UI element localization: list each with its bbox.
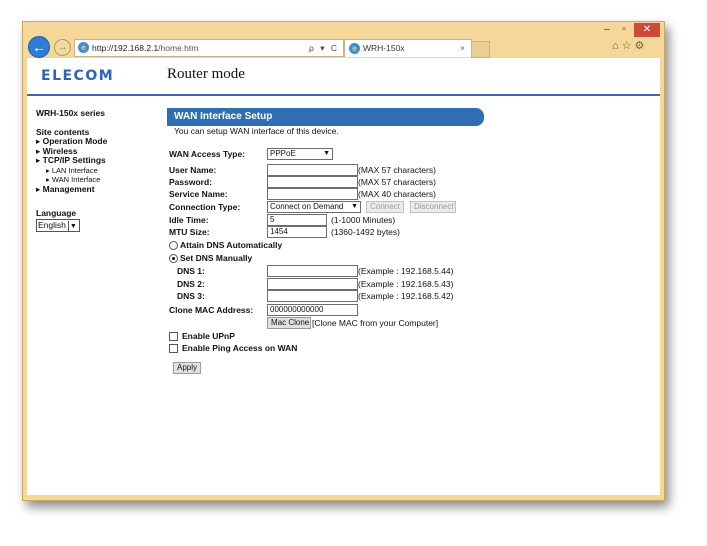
- address-host: http://192.168.2.1: [92, 43, 159, 53]
- mtu-size-label: MTU Size:: [169, 227, 210, 237]
- elecom-logo: ELECOM: [41, 68, 115, 84]
- section-title: WAN Interface Setup: [167, 108, 484, 126]
- home-icon[interactable]: ⌂: [612, 40, 622, 52]
- mac-clone-hint: [Clone MAC from your Computer]: [312, 318, 439, 328]
- sidebar-series: WRH-150x series: [36, 108, 105, 118]
- browser-titlebar: ← → e http://192.168.2.1/home.htm ρ ▾ C …: [23, 22, 664, 58]
- service-name-hint: (MAX 40 characters): [358, 189, 436, 199]
- forward-arrow-icon[interactable]: →: [54, 39, 71, 56]
- ping-wan-checkbox[interactable]: [169, 344, 178, 353]
- mac-clone-button[interactable]: Mac Clone: [267, 317, 311, 329]
- dns2-label: DNS 2:: [177, 279, 205, 289]
- dns3-hint: (Example : 192.168.5.42): [358, 291, 454, 301]
- language-select[interactable]: English ▼: [36, 219, 80, 232]
- page-title: Router mode: [167, 66, 245, 82]
- service-name-label: Service Name:: [169, 189, 228, 199]
- dns-manual-label: Set DNS Manually: [180, 253, 253, 263]
- back-arrow-icon[interactable]: ←: [28, 36, 50, 58]
- user-name-hint: (MAX 57 characters): [358, 165, 436, 175]
- dns-auto-label: Attain DNS Automatically: [180, 240, 283, 250]
- user-name-label: User Name:: [169, 165, 217, 175]
- gear-icon[interactable]: ⚙: [635, 40, 648, 52]
- wan-access-type-select[interactable]: PPPoE ▼: [267, 148, 333, 160]
- dns2-hint: (Example : 192.168.5.43): [358, 279, 454, 289]
- page-header: ELECOM Router mode: [27, 58, 660, 96]
- dns2-input[interactable]: [267, 278, 358, 290]
- new-tab-button[interactable]: [471, 41, 490, 58]
- sidebar-item-lan-interface[interactable]: ▸ LAN Interface: [36, 166, 156, 176]
- ie-tab-icon: e: [349, 43, 360, 54]
- address-bar[interactable]: e http://192.168.2.1/home.htm ρ ▾ C: [74, 39, 344, 57]
- language-label: Language: [36, 208, 77, 218]
- address-path: /home.htm: [158, 43, 199, 53]
- disconnect-button[interactable]: Disconnect: [410, 201, 456, 213]
- dns-auto-radio[interactable]: [169, 241, 178, 250]
- tab-close-icon[interactable]: ×: [460, 40, 465, 57]
- tab-title: WRH-150x: [363, 43, 405, 53]
- dns3-input[interactable]: [267, 290, 358, 302]
- address-controls[interactable]: ρ ▾ C: [309, 40, 339, 56]
- connection-type-select[interactable]: Connect on Demand ▼: [267, 201, 361, 213]
- minimize-icon[interactable]: ‒: [600, 23, 614, 37]
- dns1-label: DNS 1:: [177, 266, 205, 276]
- sidebar-item-tcpip-settings[interactable]: ▸ TCP/IP Settings: [36, 155, 156, 166]
- dns1-hint: (Example : 192.168.5.44): [358, 266, 454, 276]
- idle-time-label: Idle Time:: [169, 215, 209, 225]
- chevron-down-icon: ▼: [67, 221, 77, 232]
- favorites-star-icon[interactable]: ☆: [622, 40, 635, 52]
- ping-wan-label: Enable Ping Access on WAN: [182, 343, 298, 353]
- clone-mac-label: Clone MAC Address:: [169, 305, 254, 315]
- wan-access-type-value: PPPoE: [270, 149, 296, 158]
- close-window-icon[interactable]: ✕: [634, 23, 660, 37]
- dns-manual-radio[interactable]: [169, 254, 178, 263]
- ie-page-icon: e: [78, 42, 89, 53]
- browser-tab[interactable]: e WRH-150x ×: [344, 39, 472, 57]
- language-value: English: [38, 220, 66, 230]
- wan-access-type-label: WAN Access Type:: [169, 149, 246, 159]
- toolbar-icons: ⌂☆⚙: [612, 39, 647, 52]
- chevron-down-icon: ▼: [351, 203, 358, 210]
- user-name-input[interactable]: [267, 164, 358, 176]
- page-content: ELECOM Router mode WRH-150x series Site …: [27, 58, 660, 495]
- connection-type-value: Connect on Demand: [270, 202, 344, 211]
- idle-time-hint: (1-1000 Minutes): [331, 215, 396, 225]
- address-url: http://192.168.2.1/home.htm: [92, 40, 198, 56]
- browser-window: ← → e http://192.168.2.1/home.htm ρ ▾ C …: [22, 21, 665, 501]
- service-name-input[interactable]: [267, 188, 358, 200]
- connection-type-label: Connection Type:: [169, 202, 241, 212]
- sidebar: WRH-150x series Site contents ▸ Operatio…: [36, 108, 156, 232]
- sidebar-item-management[interactable]: ▸ Management: [36, 184, 156, 195]
- chevron-down-icon: ▼: [323, 150, 330, 157]
- password-input[interactable]: [267, 176, 358, 188]
- clone-mac-input[interactable]: 000000000000: [267, 304, 358, 316]
- password-hint: (MAX 57 characters): [358, 177, 436, 187]
- upnp-label: Enable UPnP: [182, 331, 235, 341]
- password-label: Password:: [169, 177, 212, 187]
- mtu-size-hint: (1360-1492 bytes): [331, 227, 400, 237]
- idle-time-input[interactable]: 5: [267, 214, 327, 226]
- apply-button[interactable]: Apply: [173, 362, 201, 374]
- upnp-checkbox[interactable]: [169, 332, 178, 341]
- dns1-input[interactable]: [267, 265, 358, 277]
- section-description: You can setup WAN interface of this devi…: [174, 126, 339, 136]
- maximize-icon[interactable]: ▫: [617, 23, 631, 37]
- dns3-label: DNS 3:: [177, 291, 205, 301]
- mtu-size-input[interactable]: 1454: [267, 226, 327, 238]
- connect-button[interactable]: Connect: [366, 201, 404, 213]
